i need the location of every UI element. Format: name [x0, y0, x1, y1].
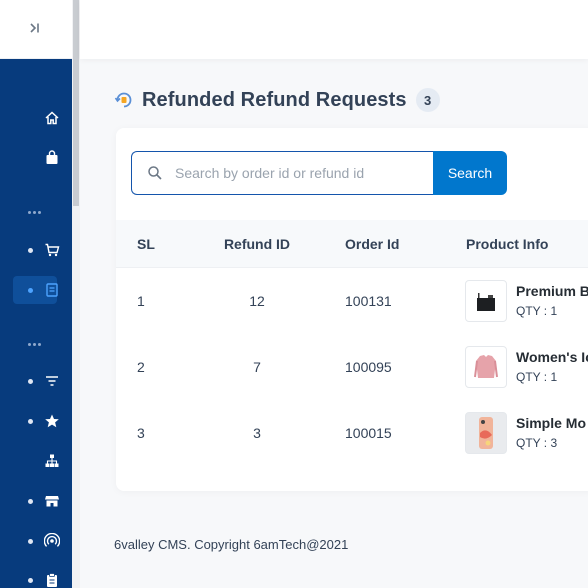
footer-copyright: 6valley CMS. Copyright 6amTech@2021 [114, 537, 349, 552]
product-thumbnail[interactable] [465, 346, 507, 388]
cart-icon [45, 243, 60, 257]
home-icon [45, 111, 59, 125]
sidebar-section-separator [28, 343, 44, 347]
broadcast-icon [44, 533, 60, 547]
table-row[interactable]: 2 7 100095 Women's Ic QTY : 1 [116, 334, 588, 400]
product-qty: QTY : 1 [516, 370, 558, 384]
cell-refund-id[interactable]: 7 [221, 334, 293, 400]
cell-sl: 2 [137, 359, 145, 375]
cell-sl: 3 [137, 425, 145, 441]
product-name[interactable]: Women's Ic [516, 348, 588, 366]
star-icon [45, 414, 59, 428]
top-header [80, 0, 588, 59]
bullet-dot [28, 379, 33, 384]
sidebar-item-reviews[interactable] [0, 407, 72, 435]
refund-title-icon [114, 92, 132, 108]
sidebar-item-marketing[interactable] [0, 527, 72, 555]
filter-icon [46, 376, 58, 386]
bullet-dot [28, 248, 33, 253]
product-info[interactable]: Simple Mo QTY : 3 [465, 412, 586, 454]
cell-sl: 1 [137, 293, 145, 309]
sidebar-item-reports[interactable] [0, 566, 72, 588]
store-icon [45, 496, 59, 507]
product-info[interactable]: Premium B QTY : 1 [465, 280, 588, 322]
clipboard-icon [47, 573, 57, 587]
shopping-bag-icon [46, 150, 58, 164]
sidebar-item-brands[interactable] [0, 447, 72, 475]
sidebar [0, 59, 72, 588]
cell-order-id[interactable]: 100095 [345, 334, 392, 400]
phone-case-icon [479, 417, 493, 449]
sidebar-item-categories[interactable] [0, 367, 72, 395]
search-input[interactable] [175, 165, 425, 181]
sidebar-header [0, 0, 72, 59]
table-row[interactable]: 3 3 100015 Simple Mo QTY : 3 [116, 400, 588, 466]
sidebar-item-orders[interactable] [0, 236, 72, 264]
bullet-dot [28, 539, 33, 544]
page-title-row: Refunded Refund Requests 3 [114, 86, 440, 114]
sidebar-item-dashboard[interactable] [0, 104, 72, 132]
sitemap-icon [45, 454, 59, 467]
black-device-icon [477, 293, 495, 311]
column-header-sl[interactable]: SL [137, 220, 155, 268]
bullet-dot [28, 419, 33, 424]
sidebar-item-refund-requests[interactable] [0, 276, 72, 304]
bullet-dot [28, 499, 33, 504]
bullet-dot [28, 578, 33, 583]
sidebar-item-shop[interactable] [0, 487, 72, 515]
product-qty: QTY : 1 [516, 304, 558, 318]
cell-refund-id[interactable]: 12 [221, 268, 293, 334]
table-row[interactable]: 1 12 100131 Premium B QTY : 1 [116, 268, 588, 334]
search-icon [148, 166, 162, 180]
cell-order-id[interactable]: 100015 [345, 400, 392, 466]
cell-refund-id[interactable]: 3 [221, 400, 293, 466]
product-info[interactable]: Women's Ic QTY : 1 [465, 346, 588, 388]
column-header-product-info[interactable]: Product Info [466, 220, 548, 268]
bullet-dot [28, 288, 33, 293]
sidebar-section-separator [28, 211, 44, 215]
sidebar-scrollbar[interactable] [72, 0, 80, 588]
count-badge: 3 [415, 88, 440, 112]
product-name[interactable]: Simple Mo [516, 414, 586, 432]
page-title: Refunded Refund Requests [142, 88, 407, 111]
sidebar-item-pos[interactable] [0, 144, 72, 172]
table-header: SL Refund ID Order Id Product Info [116, 220, 588, 268]
search-box[interactable] [131, 151, 433, 195]
product-qty: QTY : 3 [516, 436, 558, 450]
refund-list-card: Search SL Refund ID Order Id Product Inf… [116, 128, 588, 491]
scrollbar-thumb[interactable] [73, 0, 79, 206]
refund-receipt-icon [46, 283, 58, 297]
product-name[interactable]: Premium B [516, 282, 588, 300]
collapse-toggle-icon[interactable] [27, 20, 43, 36]
product-thumbnail[interactable] [465, 412, 507, 454]
pink-sweater-icon [474, 355, 498, 378]
column-header-order-id[interactable]: Order Id [345, 220, 399, 268]
column-header-refund-id[interactable]: Refund ID [221, 220, 293, 268]
search-form: Search [131, 151, 507, 195]
search-button[interactable]: Search [433, 151, 507, 195]
product-thumbnail[interactable] [465, 280, 507, 322]
cell-order-id[interactable]: 100131 [345, 268, 392, 334]
